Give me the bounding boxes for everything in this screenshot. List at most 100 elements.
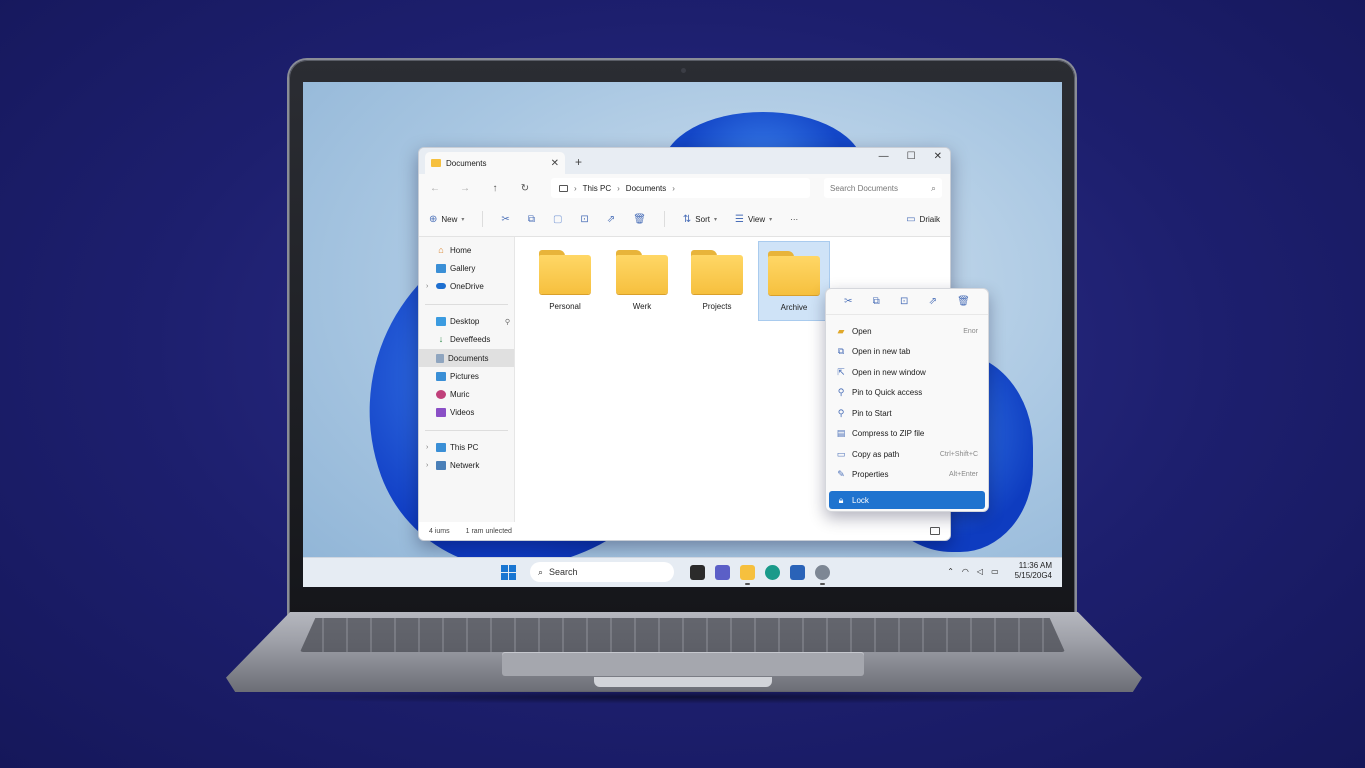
folder-item-werk[interactable]: Werk [606,241,678,321]
menu-item-compress-zip[interactable]: ▤ Compress to ZIP file [826,424,988,445]
sidebar-item-onedrive[interactable]: › OneDrive [419,277,514,295]
title-bar: Documents ✕ + — ☐ ✕ [419,148,950,174]
tab-title: Documents [446,158,487,168]
toolbar-divider [482,211,484,227]
store-icon[interactable] [790,564,805,580]
clock[interactable]: 11:36 AM 5/15/20G4 [1015,561,1052,581]
close-button[interactable]: ✕ [934,151,942,162]
menu-item-copy-path[interactable]: ▭ Copy as path Ctrl+Shift+C [826,444,988,465]
delete-icon[interactable]: 🗑 [957,296,970,307]
cut-icon[interactable]: ✂ [844,296,852,307]
menu-item-open-new-tab[interactable]: ⧉ Open in new tab [826,342,988,363]
sidebar-item-network[interactable]: › Netwerk [419,457,514,475]
windows-start-icon[interactable] [501,564,516,580]
sidebar-item-videos[interactable]: Videos [419,404,514,422]
properties-icon: ✎ [837,469,845,480]
battery-icon[interactable]: ▭ [991,567,999,576]
menu-item-label: Pin to Quick access [852,388,923,398]
menu-item-label: Pin to Start [852,408,892,418]
menu-item-open-new-window[interactable]: ⇱ Open in new window [826,362,988,383]
taskbar-apps: ⌕ Search [501,562,830,585]
rename-icon[interactable]: ⊡ [580,214,588,225]
menu-item-lock[interactable]: 🔒︎ Lock [829,491,985,509]
clock-date: 5/15/20G4 [1014,571,1052,580]
pin-icon: ⚲ [837,387,845,398]
sort-label: Sort [695,214,710,224]
sidebar-item-label: Muric [450,389,470,399]
copy-icon[interactable]: ⧉ [528,214,535,225]
sidebar-item-this-pc[interactable]: › This PC [419,439,514,457]
sidebar-item-home[interactable]: ⌂ Home [419,241,514,259]
menu-item-label: Open in new tab [852,347,911,357]
tab-documents[interactable]: Documents ✕ [425,152,565,174]
sort-icon: ⇅ [682,213,692,225]
menu-item-pin-quick-access[interactable]: ⚲ Pin to Quick access [826,383,988,404]
chevron-right-icon[interactable]: › [426,283,428,290]
folder-item-projects[interactable]: Projects [681,241,753,321]
forward-button[interactable]: → [457,183,473,194]
search-icon[interactable]: ⌕ [931,183,936,194]
wifi-icon[interactable]: ◠ [962,567,969,576]
sidebar-item-music[interactable]: Muric [419,385,514,403]
details-pane-button[interactable]: ▭ Driaik [906,214,940,225]
view-button[interactable]: ☰ View ▾ [735,214,772,225]
file-explorer-icon[interactable] [740,564,755,585]
copy-icon[interactable]: ⧉ [873,296,880,307]
folder-item-personal[interactable]: Personal [529,241,601,321]
breadcrumb-documents[interactable]: Documents [626,184,666,193]
settings-icon[interactable] [815,564,830,585]
menu-item-properties[interactable]: ✎ Properties Alt+Enter [826,465,988,486]
laptop-notch [594,677,772,687]
menu-item-open[interactable]: ▰ Open Enor [826,321,988,342]
webcam [681,68,686,73]
sidebar-item-label: Videos [450,408,475,418]
sidebar-item-gallery[interactable]: Gallery [419,259,514,277]
more-options-button[interactable]: ··· [790,215,798,224]
sidebar-item-documents[interactable]: Documents [419,348,514,368]
folder-item-archive[interactable]: Archive [758,241,830,321]
sort-button[interactable]: ⇅ Sort ▾ [683,214,717,225]
refresh-button[interactable]: ↻ [517,183,533,194]
up-button[interactable]: ↑ [487,183,503,194]
delete-icon[interactable]: 🗑 [633,214,646,225]
folder-icon [431,159,441,167]
sidebar-item-downloads[interactable]: ↓ Deveffeeds [419,331,514,349]
sidebar-item-pictures[interactable]: Pictures [419,367,514,385]
folder-label: Personal [549,302,581,311]
menu-item-label: Copy as path [852,449,900,459]
sidebar-item-desktop[interactable]: Desktop ⚲ [419,313,514,331]
pin-icon[interactable]: ⚲ [505,318,510,326]
share-icon[interactable]: ⇗ [607,214,615,225]
task-view-icon[interactable] [690,564,705,580]
sidebar-item-label: Netwerk [450,461,480,471]
paste-icon[interactable]: ▢ [553,214,562,225]
close-tab-icon[interactable]: ✕ [551,158,559,169]
edge-browser-icon[interactable] [765,564,780,580]
search-input[interactable] [830,183,931,193]
chevron-right-icon: › [574,183,577,193]
cut-icon[interactable]: ✂ [501,214,509,225]
back-button[interactable]: ← [427,183,443,194]
volume-icon[interactable]: ◁ [977,567,983,576]
pc-icon [436,443,446,453]
minimize-button[interactable]: — [879,151,889,162]
menu-item-shortcut: Alt+Enter [949,471,978,479]
details-pane-icon: ▭ [906,213,916,225]
breadcrumb-this-pc[interactable]: This PC [583,184,611,193]
new-button[interactable]: ⊕ New ▾ [429,214,464,225]
chat-icon[interactable] [715,564,730,580]
maximize-button[interactable]: ☐ [907,151,916,162]
network-icon [436,461,446,471]
chevron-right-icon[interactable]: › [426,444,428,451]
menu-item-pin-start[interactable]: ⚲ Pin to Start [826,403,988,424]
taskbar-search[interactable]: ⌕ Search [530,562,674,582]
chevron-right-icon[interactable]: › [426,462,428,469]
chevron-up-icon[interactable]: ⌃ [947,567,954,576]
share-icon[interactable]: ⇗ [929,296,937,307]
new-tab-button[interactable]: + [575,155,582,169]
folder-icon [616,250,668,294]
breadcrumb[interactable]: › This PC › Documents › [551,178,810,198]
rename-icon[interactable]: ⊡ [900,296,908,307]
view-toggle-icon[interactable] [930,527,940,535]
laptop-trackpad [502,652,864,676]
